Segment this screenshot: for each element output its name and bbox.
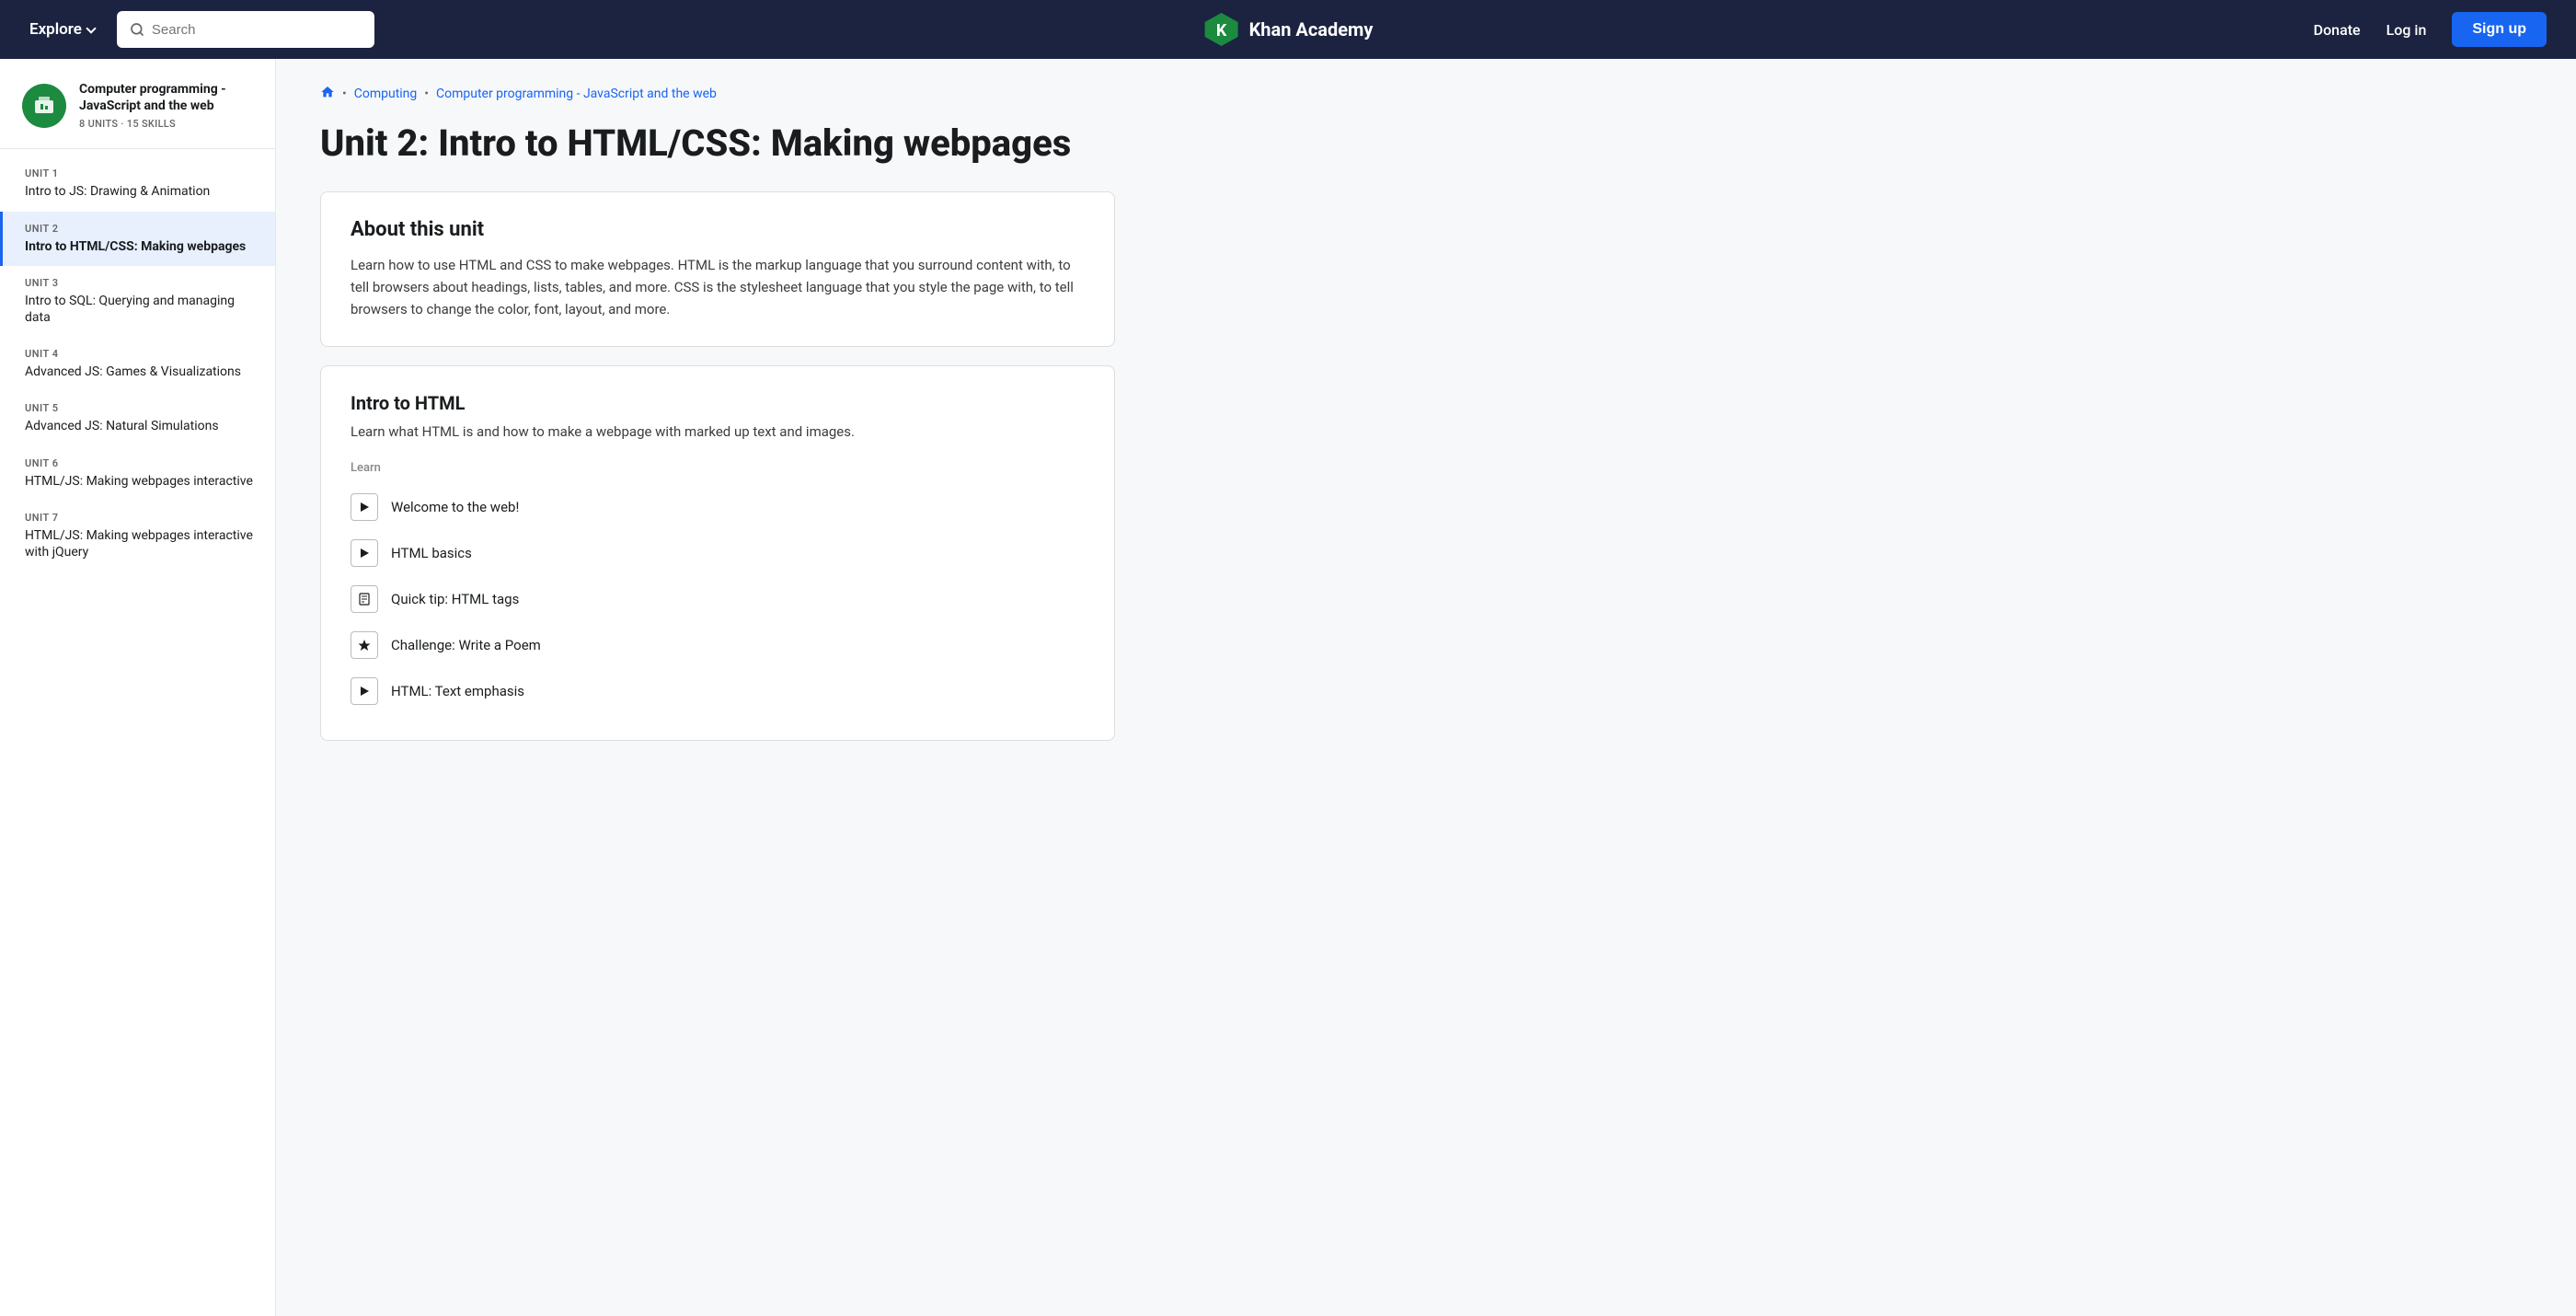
unit-label: UNIT 1 xyxy=(25,167,253,179)
unit-name: Intro to HTML/CSS: Making webpages xyxy=(25,238,253,255)
lesson-item-4[interactable]: Challenge: Write a Poem xyxy=(351,622,1085,668)
article-icon xyxy=(358,593,371,606)
course-icon xyxy=(22,84,66,128)
unit-name: Advanced JS: Games & Visualizations xyxy=(25,364,253,380)
section-title: Intro to HTML xyxy=(351,392,1085,414)
lesson-item-3[interactable]: Quick tip: HTML tags xyxy=(351,576,1085,622)
explore-label: Explore xyxy=(29,20,82,39)
sidebar-divider xyxy=(0,148,275,149)
section-description: Learn what HTML is and how to make a web… xyxy=(351,421,1085,443)
sidebar-unit-5[interactable]: UNIT 5 Advanced JS: Natural Simulations xyxy=(0,391,275,445)
breadcrumb-course[interactable]: Computer programming - JavaScript and th… xyxy=(436,87,717,101)
sidebar-unit-3[interactable]: UNIT 3 Intro to SQL: Querying and managi… xyxy=(0,266,275,337)
explore-button[interactable]: Explore xyxy=(29,20,95,39)
star-icon xyxy=(358,639,371,652)
unit-name: HTML/JS: Making webpages interactive wit… xyxy=(25,527,253,560)
unit-name: Intro to SQL: Querying and managing data xyxy=(25,293,253,326)
lesson-icon-5 xyxy=(351,677,378,705)
page-layout: Computer programming - JavaScript and th… xyxy=(0,59,2576,1316)
lesson-icon-3 xyxy=(351,585,378,613)
unit-name: Advanced JS: Natural Simulations xyxy=(25,418,253,434)
brand-logo: K Khan Academy xyxy=(1203,11,1374,48)
unit-label: UNIT 4 xyxy=(25,348,253,360)
lesson-name-2: HTML basics xyxy=(391,545,472,561)
sidebar-header: Computer programming - JavaScript and th… xyxy=(0,81,275,148)
search-box xyxy=(117,11,374,48)
sidebar-units: UNIT 1 Intro to JS: Drawing & Animation … xyxy=(0,156,275,571)
sidebar: Computer programming - JavaScript and th… xyxy=(0,59,276,1316)
breadcrumb-computing[interactable]: Computing xyxy=(354,87,418,101)
lesson-item-2[interactable]: HTML basics xyxy=(351,530,1085,576)
about-title: About this unit xyxy=(351,218,1085,241)
play-icon xyxy=(359,502,370,513)
unit-label: UNIT 3 xyxy=(25,277,253,289)
unit-label: UNIT 6 xyxy=(25,457,253,469)
sidebar-unit-1[interactable]: UNIT 1 Intro to JS: Drawing & Animation xyxy=(0,156,275,211)
lesson-name-3: Quick tip: HTML tags xyxy=(391,591,519,607)
navbar-right: Donate Log in Sign up xyxy=(2314,12,2547,47)
course-title: Computer programming - JavaScript and th… xyxy=(79,81,253,114)
sidebar-unit-4[interactable]: UNIT 4 Advanced JS: Games & Visualizatio… xyxy=(0,337,275,391)
lessons-list: Welcome to the web! HTML basics Quick ti… xyxy=(351,484,1085,714)
unit-label: UNIT 2 xyxy=(25,223,253,235)
course-icon-svg xyxy=(31,93,57,119)
play-icon xyxy=(359,686,370,697)
breadcrumb-sep-2: • xyxy=(424,87,429,101)
page-title: Unit 2: Intro to HTML/CSS: Making webpag… xyxy=(320,121,1115,166)
login-button[interactable]: Log in xyxy=(2386,21,2427,39)
breadcrumb-home-icon[interactable] xyxy=(320,85,335,103)
signup-button[interactable]: Sign up xyxy=(2452,12,2547,47)
donate-button[interactable]: Donate xyxy=(2314,21,2361,39)
navbar: Explore K Khan Academy Donate Log in Sig… xyxy=(0,0,2576,59)
lesson-icon-4 xyxy=(351,631,378,659)
ka-logo-icon: K xyxy=(1203,11,1240,48)
lesson-name-5: HTML: Text emphasis xyxy=(391,683,524,699)
lesson-name-1: Welcome to the web! xyxy=(391,499,519,515)
lesson-item-1[interactable]: Welcome to the web! xyxy=(351,484,1085,530)
lesson-item-5[interactable]: HTML: Text emphasis xyxy=(351,668,1085,714)
course-meta: 8 UNITS · 15 SKILLS xyxy=(79,118,253,130)
lesson-icon-1 xyxy=(351,493,378,521)
unit-label: UNIT 7 xyxy=(25,512,253,524)
about-card: About this unit Learn how to use HTML an… xyxy=(320,191,1115,347)
play-icon xyxy=(359,548,370,559)
search-input[interactable] xyxy=(152,22,362,38)
lesson-name-4: Challenge: Write a Poem xyxy=(391,637,541,653)
main-content: • Computing • Computer programming - Jav… xyxy=(276,59,1159,1316)
breadcrumb-sep-1: • xyxy=(342,87,347,101)
brand-name: Khan Academy xyxy=(1249,18,1374,40)
about-text: Learn how to use HTML and CSS to make we… xyxy=(351,254,1085,320)
sidebar-unit-7[interactable]: UNIT 7 HTML/JS: Making webpages interact… xyxy=(0,501,275,571)
lesson-icon-2 xyxy=(351,539,378,567)
sidebar-unit-2[interactable]: UNIT 2 Intro to HTML/CSS: Making webpage… xyxy=(0,212,275,266)
sidebar-unit-6[interactable]: UNIT 6 HTML/JS: Making webpages interact… xyxy=(0,446,275,501)
unit-name: Intro to JS: Drawing & Animation xyxy=(25,183,253,200)
search-icon xyxy=(130,22,144,37)
breadcrumb: • Computing • Computer programming - Jav… xyxy=(320,85,1115,103)
unit-name: HTML/JS: Making webpages interactive xyxy=(25,473,253,490)
section-learn-label: Learn xyxy=(351,461,1085,475)
section-card: Intro to HTML Learn what HTML is and how… xyxy=(320,365,1115,741)
unit-label: UNIT 5 xyxy=(25,402,253,414)
explore-chevron-icon xyxy=(86,23,96,33)
svg-text:K: K xyxy=(1216,21,1227,40)
